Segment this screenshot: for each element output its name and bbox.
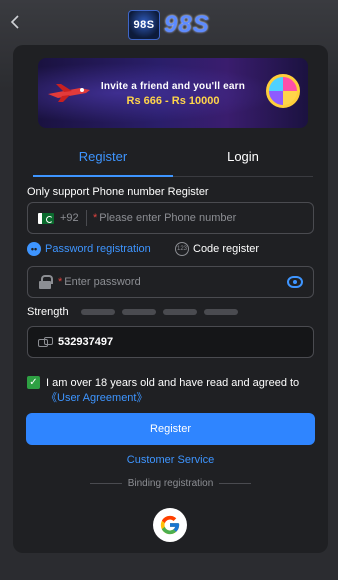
google-login-button[interactable] [153,508,187,542]
required-mark: * [58,276,63,288]
register-mode-row: •• Password registration 123 Code regist… [27,241,314,257]
lucky-wheel-icon [266,74,300,108]
agreement-row: ✓ I am over 18 years old and have read a… [27,376,314,406]
invite-code-input[interactable]: 532937497 [58,336,113,348]
customer-service-link[interactable]: Customer Service [13,454,328,466]
password-registration-label: Password registration [45,243,151,255]
divider-line [89,483,122,484]
register-button[interactable]: Register [26,413,315,445]
code-mode-icon: 123 [175,242,189,256]
agreement-text: I am over 18 years old and have read and… [46,376,314,406]
phone-section-label: Only support Phone number Register [27,186,209,198]
invite-code-field[interactable]: 532937497 [27,326,314,358]
app-logo: 98S 98S [128,8,210,42]
register-card: Invite a friend and you'll earn Rs 666 -… [13,45,328,553]
password-input[interactable]: Enter password [64,276,140,288]
binding-registration-label: Binding registration [127,478,214,489]
back-button[interactable] [6,12,26,32]
password-field[interactable]: * Enter password [27,266,314,298]
chevron-left-icon [10,15,19,29]
strength-label: Strength [27,306,69,318]
binding-registration-divider: Binding registration [13,478,328,489]
lock-icon [38,275,53,289]
tab-register[interactable]: Register [33,145,173,177]
phone-field[interactable]: +92 * Please enter Phone number [27,202,314,234]
strength-bar [81,309,115,315]
strength-meter [81,309,238,315]
agree-checkbox[interactable]: ✓ [27,376,40,389]
code-register-option[interactable]: 123 Code register [175,242,259,256]
agreement-statement: I am over 18 years old and have read and… [46,377,300,389]
required-mark: * [93,212,98,224]
strength-bar [122,309,156,315]
auth-tabs: Register Login [33,145,313,177]
logo-wordmark: 98S [164,11,210,38]
tab-login[interactable]: Login [173,145,313,176]
code-register-label: Code register [193,243,260,255]
invite-banner[interactable]: Invite a friend and you'll earn Rs 666 -… [38,58,308,128]
field-divider [86,210,87,226]
phone-input[interactable]: Please enter Phone number [99,212,236,224]
google-icon [160,515,180,535]
invite-code-icon [38,337,53,347]
user-agreement-link[interactable]: 《User Agreement》 [46,392,147,404]
password-registration-option[interactable]: •• Password registration [27,242,175,256]
strength-bar [163,309,197,315]
logo-badge: 98S [128,10,160,40]
password-mode-icon: •• [27,242,41,256]
divider-line [219,483,252,484]
country-code[interactable]: +92 [60,212,86,224]
pakistan-flag-icon [38,212,54,224]
eye-icon[interactable] [287,276,303,288]
strength-bar [204,309,238,315]
